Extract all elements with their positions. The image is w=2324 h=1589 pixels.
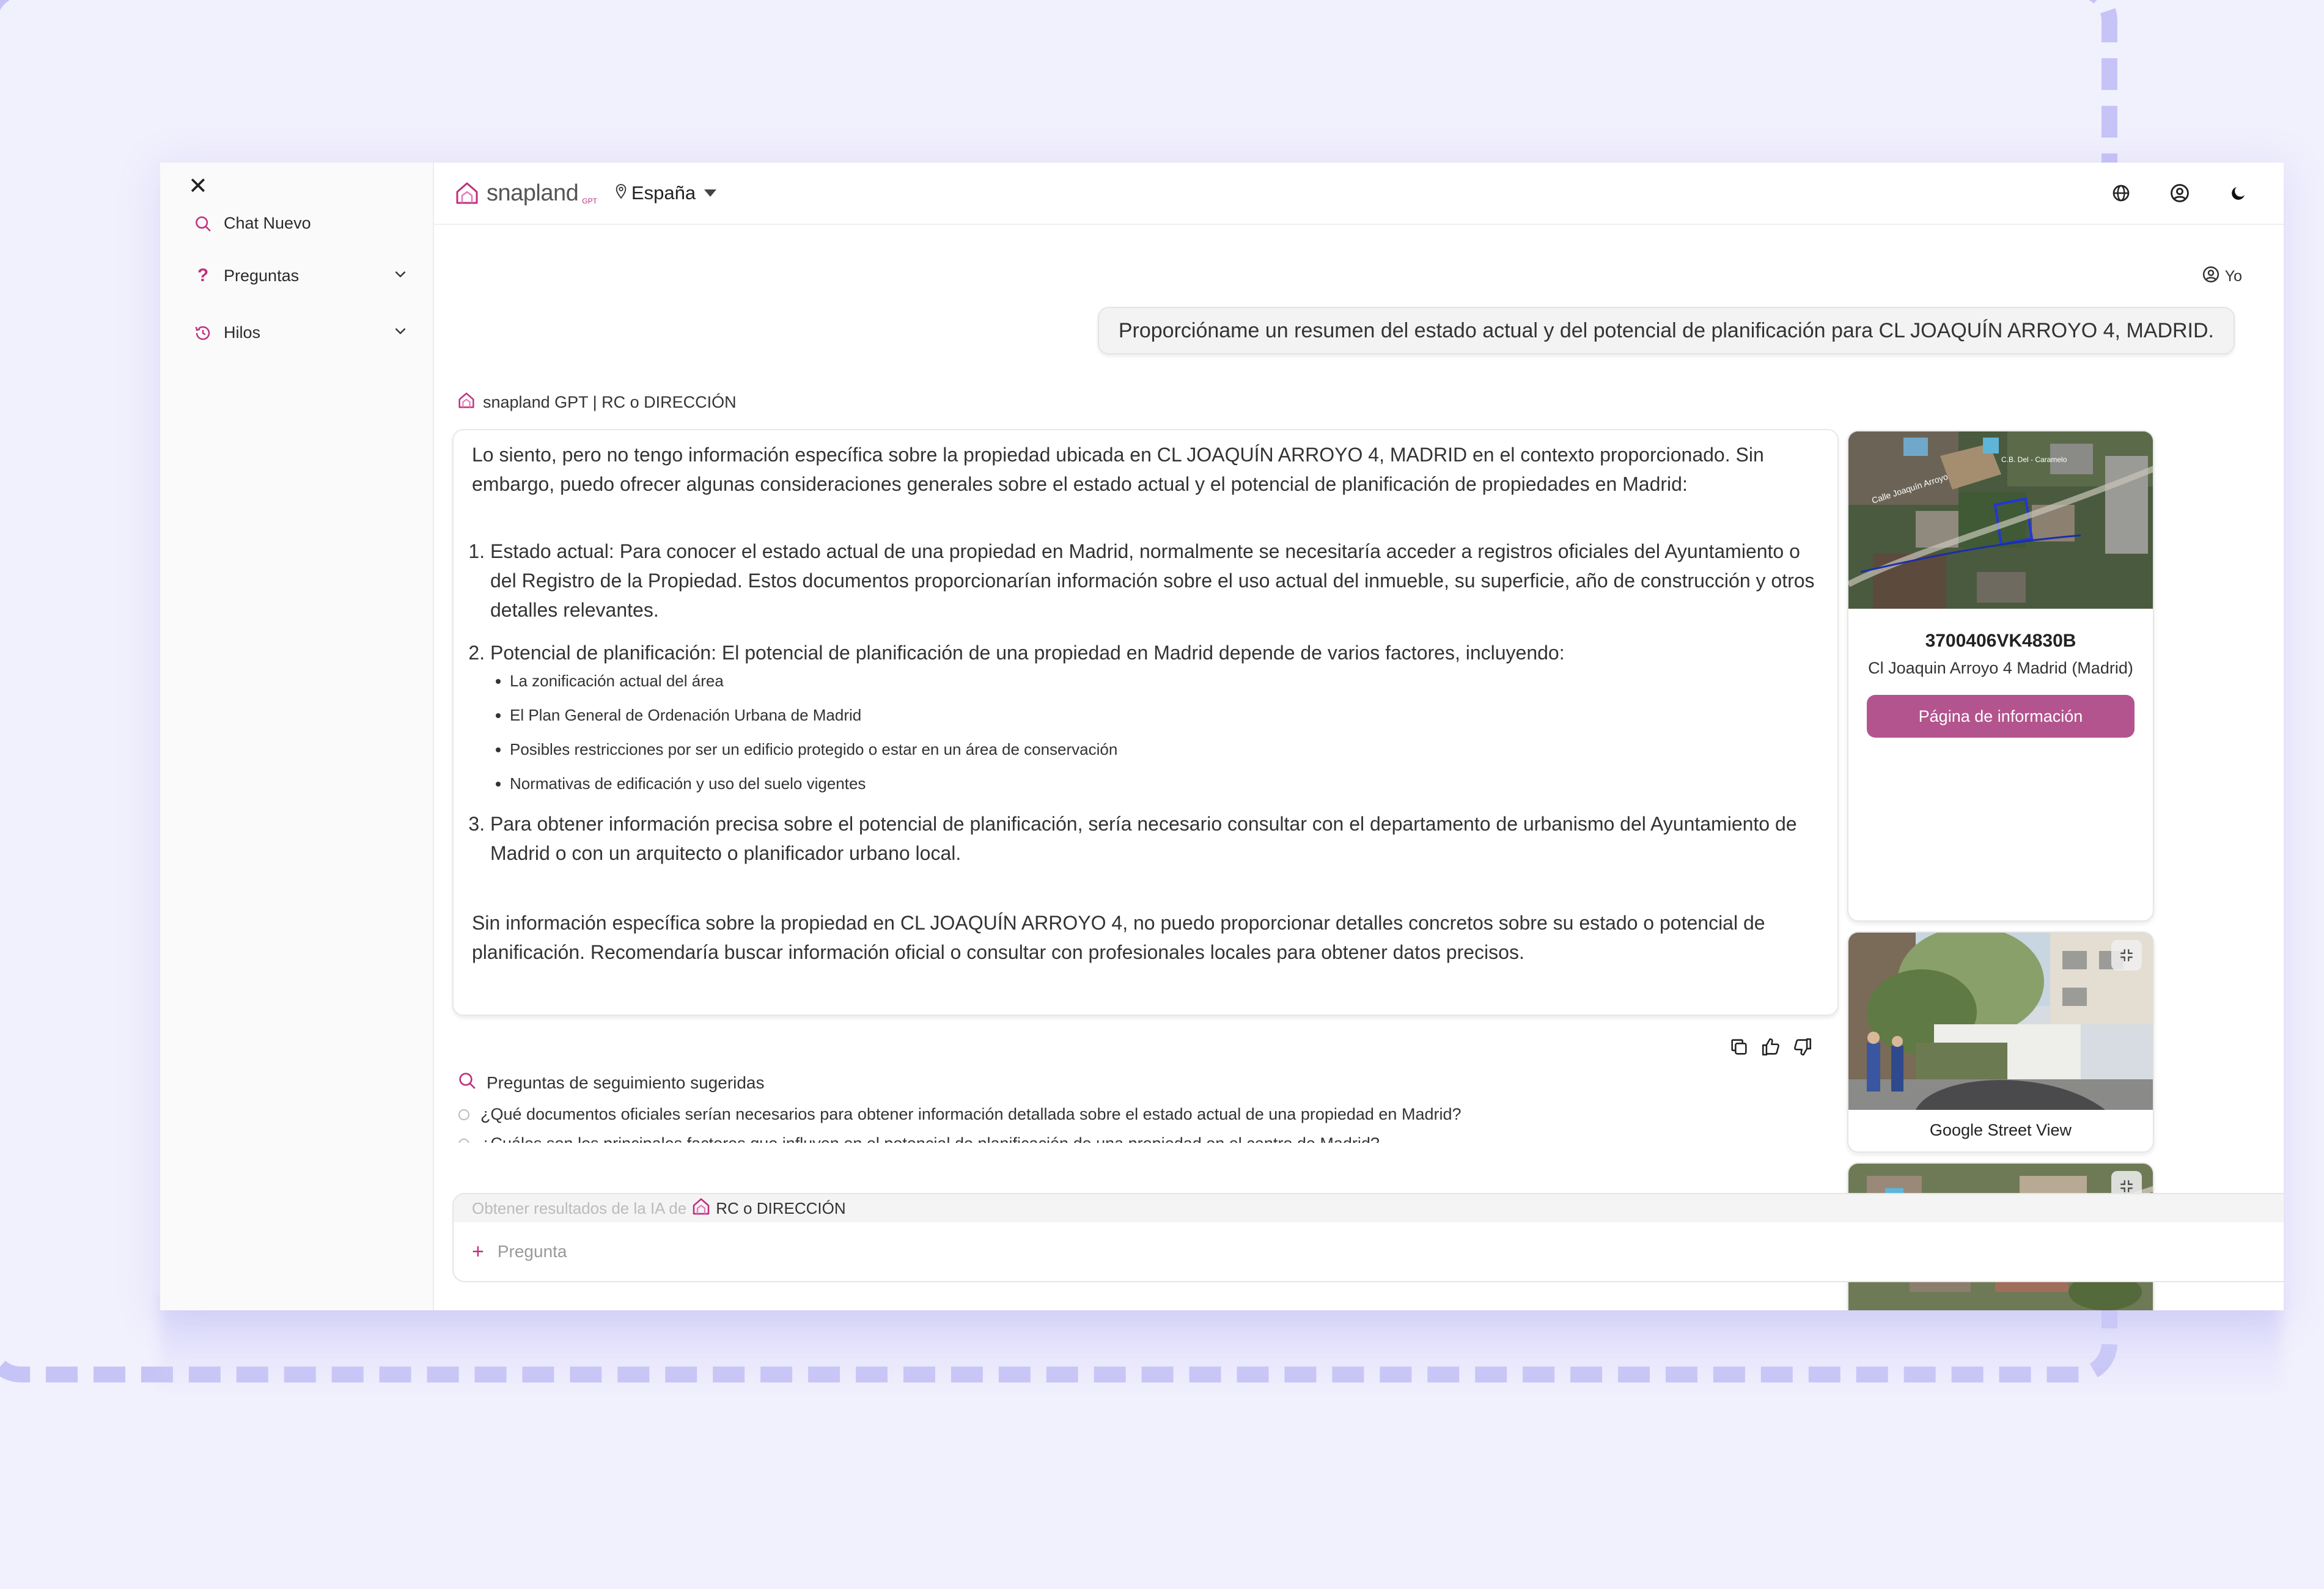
feedback-actions — [1727, 1035, 1814, 1059]
answer-item-text: Potencial de planificación: El potencial… — [490, 642, 1565, 664]
answer-item: Estado actual: Para conocer el estado ac… — [490, 537, 1819, 625]
country-label: España — [631, 182, 696, 204]
radio-bullet-icon — [458, 1109, 469, 1120]
sidebar-item-label: Hilos — [224, 323, 261, 342]
info-page-button[interactable]: Página de información — [1867, 695, 2135, 738]
brand-name: snapland — [487, 180, 579, 206]
question-input-row[interactable]: + Pregunta — [454, 1222, 2284, 1281]
street-view-caption: Google Street View — [1929, 1121, 2072, 1139]
suggested-questions-title: Preguntas de seguimiento sugeridas — [457, 1071, 765, 1095]
bot-label: snapland GPT | RC o DIRECCIÓN — [456, 390, 737, 415]
source-selector[interactable]: Obtener resultados de la IA de RC o DIRE… — [454, 1194, 2284, 1222]
snapland-logo-icon[interactable] — [452, 178, 482, 208]
chevron-down-icon[interactable] — [392, 323, 408, 343]
list-item: La zonificación actual del área — [510, 664, 1819, 698]
country-selector[interactable]: España — [614, 182, 717, 204]
close-icon[interactable]: ✕ — [188, 175, 208, 198]
chevron-down-icon[interactable] — [392, 266, 408, 286]
user-label: Yo — [2202, 265, 2242, 288]
snapland-logo-icon — [456, 390, 477, 415]
sidebar-item-label: Chat Nuevo — [224, 214, 311, 232]
top-bar-actions — [2108, 180, 2252, 207]
user-label-text: Yo — [2224, 268, 2242, 285]
sidebar-item-threads[interactable]: Hilos — [191, 323, 408, 343]
question-icon: ? — [197, 265, 209, 285]
bot-label-text: snapland GPT | RC o DIRECCIÓN — [483, 393, 737, 411]
search-icon — [457, 1071, 477, 1095]
copy-icon[interactable] — [1727, 1035, 1751, 1059]
answer-item: Potencial de planificación: El potencial… — [490, 638, 1819, 801]
history-icon — [191, 324, 215, 342]
location-pin-icon — [614, 182, 628, 204]
top-bar: snapland GPT España — [434, 163, 2284, 225]
main-panel: snapland GPT España Yo Proporcióname un … — [434, 163, 2284, 1310]
question-input[interactable]: Pregunta — [498, 1242, 567, 1261]
answer-list: Estado actual: Para conocer el estado ac… — [472, 537, 1819, 868]
app-window: ✕ Chat Nuevo ? Preguntas Hilos snapland … — [160, 163, 2284, 1310]
answer-item: Para obtener información precisa sobre e… — [490, 809, 1819, 868]
suggested-questions-title-text: Preguntas de seguimiento sugeridas — [487, 1073, 765, 1092]
user-circle-icon[interactable] — [2166, 180, 2193, 207]
assistant-answer: Lo siento, pero no tengo información esp… — [452, 429, 1839, 1016]
source-prefix: Obtener resultados de la IA de — [472, 1198, 687, 1217]
street-view-image[interactable] — [1848, 933, 2153, 1110]
search-icon — [191, 215, 215, 233]
globe-icon[interactable] — [2108, 180, 2135, 207]
cadastral-reference: 3700406VK4830B — [1925, 631, 2076, 651]
list-item: Posibles restricciones por ser un edific… — [510, 732, 1819, 766]
sidebar-item-label: Preguntas — [224, 266, 300, 285]
sidebar-item-new-chat[interactable]: Chat Nuevo — [191, 214, 408, 233]
expand-icon[interactable] — [2111, 940, 2142, 971]
list-item: Normativas de edificación y uso del suel… — [510, 766, 1819, 801]
moon-icon[interactable] — [2225, 180, 2252, 207]
sidebar-item-questions[interactable]: ? Preguntas — [191, 265, 408, 286]
brand-sub: GPT — [582, 197, 597, 205]
answer-item-text: Para obtener información precisa sobre e… — [490, 813, 1797, 864]
sidebar: ✕ Chat Nuevo ? Preguntas Hilos — [160, 163, 434, 1310]
suggested-question-text: ¿Qué documentos oficiales serían necesar… — [480, 1105, 1462, 1123]
user-circle-icon — [2202, 265, 2220, 288]
answer-intro: Lo siento, pero no tengo información esp… — [472, 444, 1764, 495]
list-item: El Plan General de Ordenación Urbana de … — [510, 698, 1819, 732]
source-value: RC o DIRECCIÓN — [716, 1198, 846, 1217]
property-card: Calle Joaquín Arroyo C.B. Del - Caramelo… — [1847, 430, 2154, 922]
thumbs-down-icon[interactable] — [1791, 1035, 1814, 1059]
map-place-label: C.B. Del - Caramelo — [2001, 455, 2067, 464]
caret-down-icon — [704, 189, 717, 197]
cadastral-map-image[interactable]: Calle Joaquín Arroyo C.B. Del - Caramelo — [1848, 431, 2153, 609]
chat-composer: Obtener resultados de la IA de RC o DIRE… — [452, 1193, 2284, 1282]
user-message: Proporcióname un resumen del estado actu… — [1097, 307, 2235, 354]
street-view-card: Google Street View — [1847, 931, 2154, 1153]
snapland-logo-icon — [690, 1195, 712, 1222]
property-address: Cl Joaquin Arroyo 4 Madrid (Madrid) — [1868, 659, 2133, 677]
thumbs-up-icon[interactable] — [1759, 1035, 1782, 1059]
plus-icon[interactable]: + — [472, 1240, 484, 1264]
answer-item-text: Estado actual: Para conocer el estado ac… — [490, 540, 1815, 621]
suggested-question[interactable]: ¿Qué documentos oficiales serían necesar… — [458, 1105, 1462, 1124]
decorative-glow — [160, 1296, 2281, 1393]
answer-sublist: La zonificación actual del área El Plan … — [490, 664, 1819, 801]
answer-closing: Sin información específica sobre la prop… — [472, 912, 1765, 963]
